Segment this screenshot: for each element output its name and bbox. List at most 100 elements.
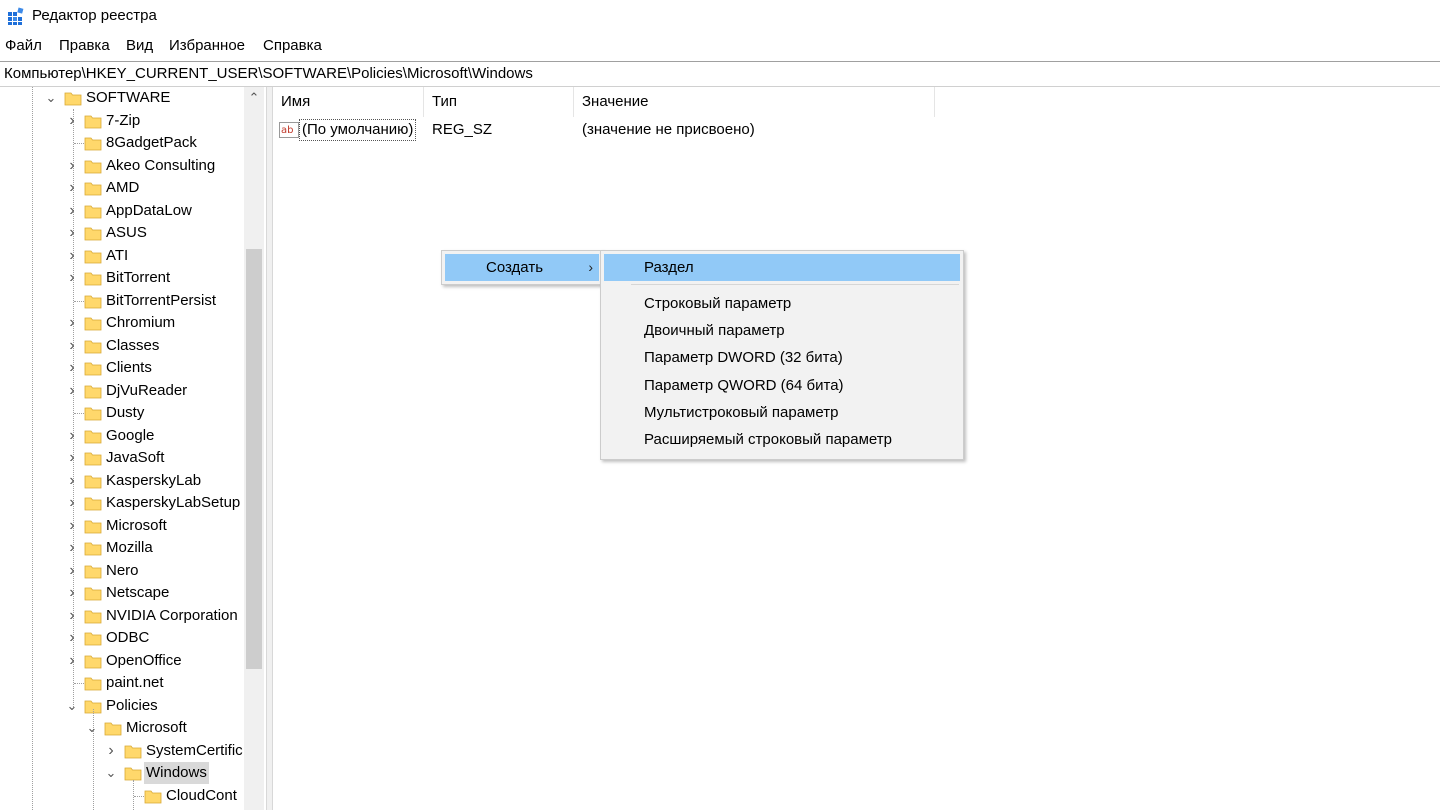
tree-item[interactable]: › Classes [0, 335, 244, 357]
chevron-down-icon[interactable]: ⌄ [65, 695, 79, 717]
tree-item[interactable]: › Clients [0, 357, 244, 379]
tree-item[interactable]: › Akeo Consulting [0, 155, 244, 177]
tree-item[interactable]: › Netscape [0, 582, 244, 604]
tree-item-label: Clients [106, 359, 152, 376]
tree-item[interactable]: Dusty [0, 402, 244, 424]
tree-item[interactable]: › ASUS [0, 222, 244, 244]
chevron-right-icon[interactable]: › [65, 222, 79, 244]
chevron-right-icon[interactable]: › [65, 492, 79, 514]
menu-favorites[interactable]: Избранное [169, 35, 245, 57]
submenu-item-multistring[interactable]: Мультистроковый параметр [604, 399, 960, 426]
tree-item-label: AppDataLow [106, 202, 192, 219]
tree-item[interactable]: CloudCont [0, 785, 244, 807]
tree-item[interactable]: BitTorrentPersist [0, 290, 244, 312]
chevron-right-icon[interactable]: › [65, 537, 79, 559]
scrollbar-thumb[interactable] [246, 249, 262, 669]
chevron-right-icon[interactable]: › [65, 335, 79, 357]
folder-icon [84, 338, 102, 354]
chevron-right-icon[interactable]: › [65, 177, 79, 199]
menu-item-create[interactable]: Создать › [445, 254, 599, 281]
tree-item-label: JavaSoft [106, 449, 165, 466]
column-header-value[interactable]: Значение [574, 87, 935, 117]
chevron-right-icon[interactable]: › [104, 740, 118, 762]
chevron-right-icon[interactable]: › [65, 245, 79, 267]
tree-item[interactable]: paint.net [0, 672, 244, 694]
chevron-right-icon[interactable]: › [65, 560, 79, 582]
submenu-item-dword[interactable]: Параметр DWORD (32 бита) [604, 344, 960, 371]
tree-item[interactable]: › BitTorrent [0, 267, 244, 289]
folder-icon [84, 383, 102, 399]
tree-scrollbar[interactable]: ⌃ [244, 87, 264, 810]
tree-item[interactable]: › ATI [0, 245, 244, 267]
tree-item[interactable]: › NVIDIA Corporation [0, 605, 244, 627]
chevron-right-icon[interactable]: › [65, 447, 79, 469]
chevron-right-icon[interactable]: › [65, 200, 79, 222]
chevron-right-icon[interactable]: › [65, 425, 79, 447]
tree-item[interactable]: › KasperskyLab [0, 470, 244, 492]
chevron-right-icon[interactable]: › [65, 267, 79, 289]
menu-view[interactable]: Вид [126, 35, 153, 57]
menu-edit[interactable]: Правка [59, 35, 110, 57]
submenu-item-qword[interactable]: Параметр QWORD (64 бита) [604, 372, 960, 399]
tree-item-label: Akeo Consulting [106, 157, 216, 174]
chevron-right-icon[interactable]: › [65, 515, 79, 537]
address-bar[interactable]: Компьютер\HKEY_CURRENT_USER\SOFTWARE\Pol… [0, 61, 1440, 87]
folder-icon [84, 180, 102, 196]
folder-icon [84, 540, 102, 556]
tree-item[interactable]: ⌄ Policies [0, 695, 244, 717]
tree-item-label: Netscape [106, 584, 170, 601]
pane-splitter[interactable] [266, 87, 273, 810]
menu-file[interactable]: Файл [5, 35, 42, 57]
tree-item[interactable]: › ODBC [0, 627, 244, 649]
chevron-down-icon[interactable]: ⌄ [44, 87, 58, 109]
tree-item-label: DjVuReader [106, 382, 188, 399]
chevron-down-icon[interactable]: ⌄ [104, 762, 118, 784]
chevron-right-icon[interactable]: › [65, 582, 79, 604]
chevron-down-icon[interactable]: ⌄ [85, 717, 99, 739]
tree-item[interactable]: ⌄ Microsoft [0, 717, 244, 739]
submenu-item-expandable-string[interactable]: Расширяемый строковый параметр [604, 426, 960, 453]
tree-item[interactable]: ⌄ Windows [0, 762, 244, 784]
tree-item[interactable]: › Mozilla [0, 537, 244, 559]
column-header-type[interactable]: Тип [424, 87, 574, 117]
tree-item[interactable]: ⌄ SOFTWARE [0, 87, 244, 109]
menu-help[interactable]: Справка [263, 35, 322, 57]
tree-item[interactable]: › Chromium [0, 312, 244, 334]
folder-icon [104, 720, 122, 736]
value-name: (По умолчанию) [299, 119, 417, 141]
folder-icon [144, 788, 162, 804]
tree-item[interactable]: › OpenOffice [0, 650, 244, 672]
folder-icon [84, 360, 102, 376]
chevron-right-icon[interactable]: › [65, 627, 79, 649]
chevron-right-icon[interactable]: › [65, 312, 79, 334]
chevron-right-icon[interactable]: › [65, 605, 79, 627]
tree-item[interactable]: › AMD [0, 177, 244, 199]
chevron-right-icon[interactable]: › [65, 110, 79, 132]
column-header-name[interactable]: Имя [273, 87, 424, 117]
value-row[interactable]: ab (По умолчанию) REG_SZ (значение не пр… [273, 118, 1173, 142]
tree-item[interactable]: › AppDataLow [0, 200, 244, 222]
tree-item[interactable]: 8GadgetPack [0, 132, 244, 154]
chevron-right-icon[interactable]: › [65, 470, 79, 492]
submenu-item-binary[interactable]: Двоичный параметр [604, 317, 960, 344]
tree-item[interactable]: › SystemCertific [0, 740, 244, 762]
tree-item[interactable]: › Microsoft [0, 515, 244, 537]
string-value-icon: ab [279, 122, 299, 138]
scroll-up-icon[interactable]: ⌃ [244, 87, 264, 109]
submenu-item-string[interactable]: Строковый параметр [604, 290, 960, 317]
chevron-right-icon[interactable]: › [65, 155, 79, 177]
submenu-item-key[interactable]: Раздел [604, 254, 960, 281]
tree-pane[interactable]: ⌄ SOFTWARE › 7-Zip 8GadgetPack › Akeo Consulti… [0, 87, 264, 810]
chevron-right-icon[interactable]: › [65, 357, 79, 379]
chevron-right-icon[interactable]: › [65, 650, 79, 672]
tree-item[interactable]: › KasperskyLabSetup [0, 492, 244, 514]
tree-item[interactable]: › 7-Zip [0, 110, 244, 132]
tree-item-label: KasperskyLabSetup [106, 494, 241, 511]
tree-item[interactable]: › Google [0, 425, 244, 447]
chevron-right-icon[interactable]: › [65, 380, 79, 402]
address-path[interactable]: Компьютер\HKEY_CURRENT_USER\SOFTWARE\Pol… [4, 64, 533, 84]
tree-item[interactable]: › JavaSoft [0, 447, 244, 469]
tree-item[interactable]: › Nero [0, 560, 244, 582]
tree-item[interactable]: › DjVuReader [0, 380, 244, 402]
folder-icon [124, 765, 142, 781]
